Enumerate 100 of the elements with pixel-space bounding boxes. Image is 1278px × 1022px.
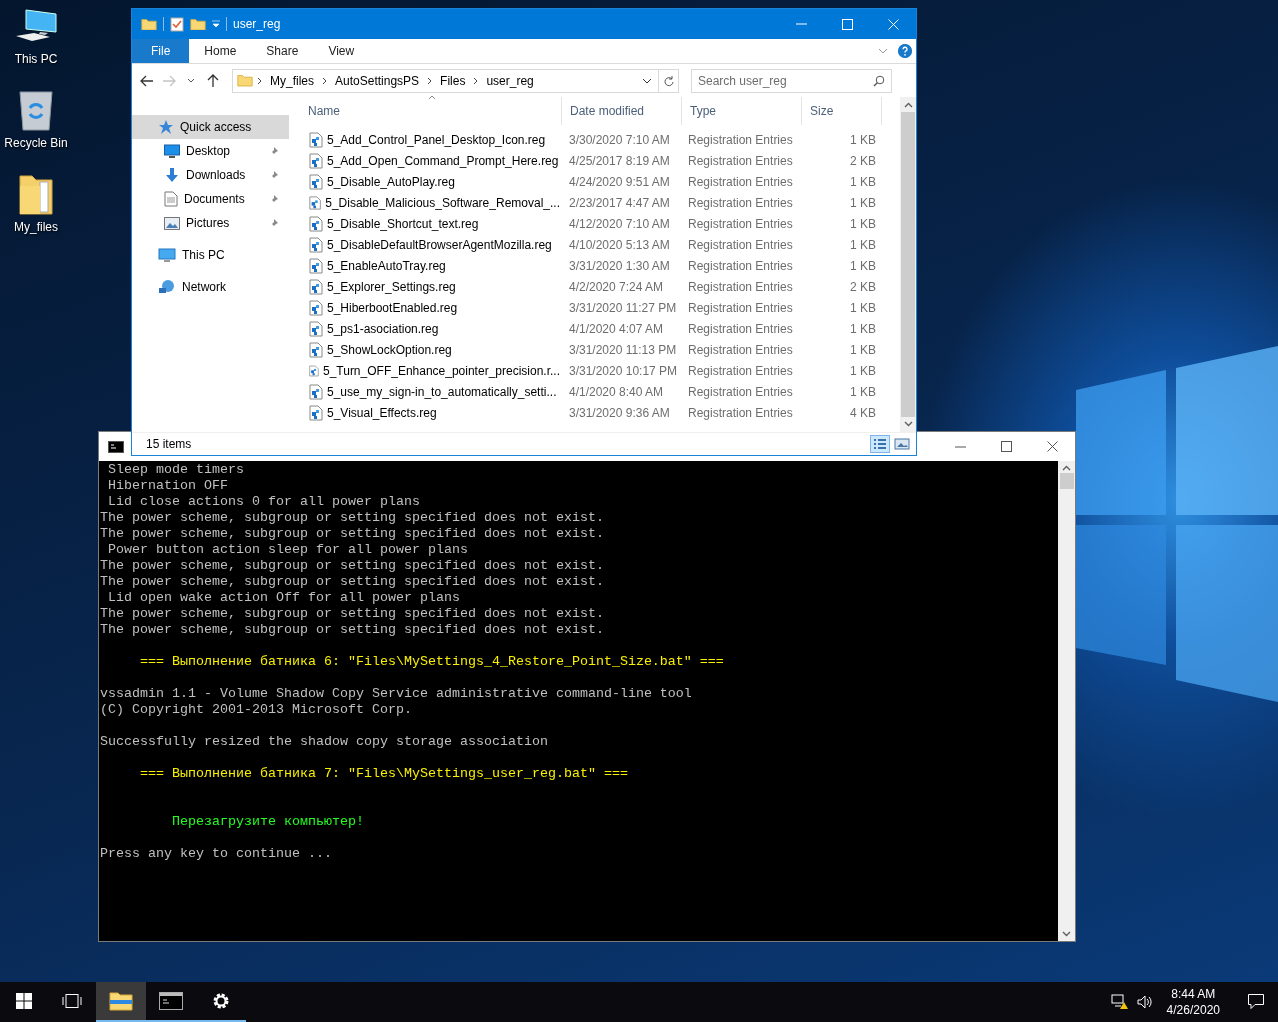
- file-size-cell-text: 1 KB: [849, 174, 876, 189]
- ribbon-tab[interactable]: Share: [251, 39, 314, 63]
- navigation-item[interactable]: Documents: [132, 187, 289, 211]
- file-name[interactable]: 5_use_my_sign-in_to_automatically_setti...: [327, 384, 557, 399]
- arrow-right-icon: [162, 74, 176, 87]
- close-icon: [1046, 441, 1058, 452]
- desktop-icon-label[interactable]: My_files: [14, 220, 58, 234]
- search-field[interactable]: Search user_reg: [691, 68, 892, 93]
- file-name[interactable]: 5_Add_Open_Command_Prompt_Here.reg: [327, 153, 559, 168]
- console-line: Press any key to continue ...: [100, 846, 333, 862]
- volume-icon[interactable]: [1136, 994, 1153, 1010]
- registry-file-icon: [309, 173, 323, 190]
- new-folder-icon: [190, 17, 206, 31]
- taskbar-app-button[interactable]: [96, 982, 146, 1022]
- console-line: The power scheme, subgroup or setting specified does not exist.: [100, 510, 605, 526]
- chevron-down-icon[interactable]: [642, 77, 652, 84]
- registry-file-icon: [309, 341, 323, 358]
- file-name[interactable]: 5_Disable_Malicious_Software_Removal_...: [325, 195, 560, 210]
- maximize-icon: [841, 18, 853, 30]
- help-icon[interactable]: [898, 44, 912, 58]
- document-icon: [164, 191, 178, 207]
- view-button[interactable]: [870, 435, 890, 453]
- file-name[interactable]: 5_Explorer_Settings.reg: [327, 279, 456, 294]
- file-type-cell-text: Registration Entries: [687, 258, 794, 273]
- network-warning-icon[interactable]: [1110, 994, 1129, 1010]
- console-line: === Выполнение батника 6: "Files\MySettings_4_Restore_Point_Size.bat" ===: [139, 654, 725, 670]
- file-name[interactable]: 5_ps1-asociation.reg: [327, 321, 439, 336]
- close-icon: [887, 18, 899, 30]
- column-header[interactable]: Date modified: [562, 97, 682, 125]
- clock[interactable]: 8:44 AM 4/26/2020: [1160, 986, 1226, 1018]
- scroll-down-icon: [1062, 931, 1071, 937]
- breadcrumb-item[interactable]: My_files: [266, 73, 318, 88]
- desktop-icon-label[interactable]: Recycle Bin: [4, 136, 68, 150]
- file-name[interactable]: 5_Add_Control_Panel_Desktop_Icon.reg: [327, 132, 546, 147]
- breadcrumb-item[interactable]: user_reg: [482, 73, 538, 88]
- file-type-cell-text: Registration Entries: [687, 321, 794, 336]
- breadcrumb-item[interactable]: AutoSettingsPS: [331, 73, 424, 88]
- file-name[interactable]: 5_Disable_AutoPlay.reg: [327, 174, 455, 189]
- file-type-cell-text: Registration Entries: [687, 237, 794, 252]
- scrollbar[interactable]: [900, 97, 916, 432]
- registry-file-icon: [309, 152, 323, 169]
- file-size-cell-text: 1 KB: [849, 237, 876, 252]
- desktop-icon-label[interactable]: This PC: [14, 52, 58, 66]
- ribbon-tab[interactable]: Home: [189, 39, 252, 63]
- date-modified-cell-text: 2/23/2017 4:47 AM: [568, 195, 671, 210]
- task-view-icon: [62, 993, 82, 1009]
- file-name[interactable]: 5_DisableDefaultBrowserAgentMozilla.reg: [327, 237, 552, 252]
- navigation-item[interactable]: Desktop: [132, 139, 289, 163]
- file-type-cell-text: Registration Entries: [687, 216, 794, 231]
- view-button[interactable]: [892, 435, 912, 453]
- file-name[interactable]: 5_ShowLockOption.reg: [327, 342, 452, 357]
- file-name[interactable]: 5_EnableAutoTray.reg: [327, 258, 446, 273]
- properties-icon[interactable]: [170, 16, 184, 32]
- file-name[interactable]: 5_Disable_Shortcut_text.reg: [327, 216, 479, 231]
- desktop-icon: [164, 144, 180, 158]
- scrollbar-thumb[interactable]: [901, 112, 915, 417]
- ribbon-tab[interactable]: View: [313, 39, 370, 63]
- file-name[interactable]: 5_Visual_Effects.reg: [327, 405, 437, 420]
- console-line: === Выполнение батника 7: "Files\MySettings_user_reg.bat" ===: [139, 766, 629, 782]
- breadcrumb-item[interactable]: Files: [436, 73, 470, 88]
- scroll-up-icon: [1062, 465, 1071, 471]
- date-modified-cell-text: 4/2/2020 7:24 AM: [568, 279, 665, 294]
- star-icon: [158, 119, 174, 135]
- navigation-item[interactable]: This PC: [132, 243, 289, 267]
- chevron-down-icon: [187, 78, 195, 83]
- scrollbar-thumb[interactable]: [1059, 473, 1074, 489]
- dropdown-icon[interactable]: [212, 20, 220, 28]
- date-modified-cell-text: 4/1/2020 8:40 AM: [568, 384, 665, 399]
- chevron-right-icon: [427, 76, 433, 85]
- scroll-down-icon: [903, 421, 913, 427]
- navigation-item[interactable]: Downloads: [132, 163, 289, 187]
- column-header[interactable]: Size: [802, 97, 882, 125]
- console-line: Sleep mode timers: [107, 462, 245, 478]
- column-header[interactable]: Name: [300, 97, 562, 125]
- console-line: Successfully resized the shadow copy storage association: [100, 734, 549, 750]
- console-line: Перезагрузите компьютер!: [170, 814, 365, 830]
- date-modified-cell-text: 3/31/2020 11:27 PM: [568, 300, 678, 315]
- console-line: The power scheme, subgroup or setting specified does not exist.: [100, 606, 605, 622]
- navigation-item[interactable]: Pictures: [132, 211, 289, 235]
- date-modified-cell-text: 4/1/2020 4:07 AM: [568, 321, 665, 336]
- console-line: (C) Copyright 2001-2013 Microsoft Corp.: [100, 702, 413, 718]
- file-name[interactable]: 5_HiberbootEnabled.reg: [327, 300, 458, 315]
- scrollbar[interactable]: [1058, 461, 1075, 941]
- file-name[interactable]: 5_Turn_OFF_Enhance_pointer_precision.r...: [322, 363, 560, 378]
- ribbon-tab[interactable]: File: [132, 39, 190, 63]
- picture-view-icon: [893, 436, 911, 452]
- refresh-icon: [663, 74, 674, 87]
- network-icon: [158, 279, 176, 295]
- address-bar[interactable]: My_files AutoSettingsPS Files user_reg: [232, 68, 679, 93]
- file-size-cell-text: 1 KB: [849, 384, 876, 399]
- folder-icon: [237, 74, 253, 87]
- console-line: vssadmin 1.1 - Volume Shadow Copy Service administrative command-line tool: [100, 686, 693, 702]
- file-size-cell-text: 2 KB: [849, 279, 876, 294]
- chevron-right-icon: [473, 76, 479, 85]
- terminal-icon: [108, 440, 124, 453]
- file-size-cell-text: 1 KB: [849, 195, 876, 210]
- column-header[interactable]: Type: [682, 97, 802, 125]
- navigation-item[interactable]: Network: [132, 275, 289, 299]
- navigation-item[interactable]: Quick access: [132, 115, 289, 139]
- folder-icon: [18, 172, 54, 216]
